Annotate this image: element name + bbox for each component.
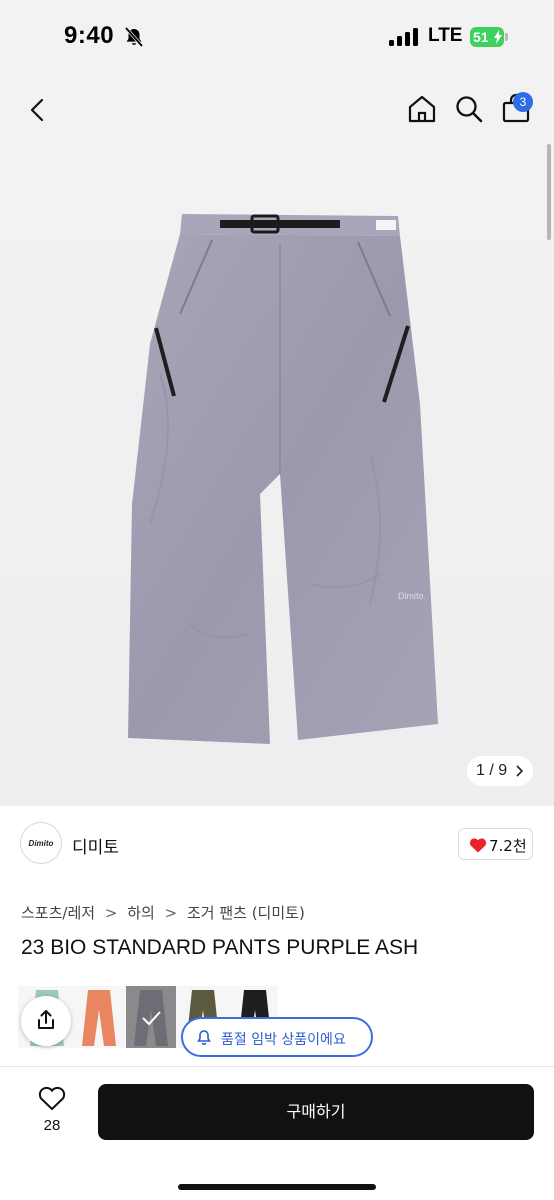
product-image-gallery[interactable]: Dimito. 1 / 9 bbox=[0, 144, 554, 806]
brand-name[interactable]: 디미토 bbox=[72, 833, 119, 858]
breadcrumb-separator-icon: > bbox=[104, 903, 118, 922]
battery-icon: 51 bbox=[470, 27, 504, 47]
breadcrumb-item-category[interactable]: 스포츠/레저 bbox=[21, 902, 95, 923]
status-time: 9:40 bbox=[64, 22, 115, 49]
buy-button[interactable]: 구매하기 bbox=[98, 1084, 534, 1140]
wishlist-button[interactable]: 28 bbox=[30, 1084, 74, 1136]
share-button[interactable] bbox=[21, 996, 71, 1046]
home-indicator bbox=[178, 1184, 376, 1190]
image-counter-text: 1 / 9 bbox=[476, 762, 508, 779]
nav-bar bbox=[0, 76, 554, 144]
battery-level: 51 bbox=[473, 29, 489, 45]
garment-logo: Dimito. bbox=[398, 591, 426, 601]
pants-thumbnail-purple-ash bbox=[134, 990, 168, 1046]
breadcrumb-item-current[interactable]: 조거 팬츠 (디미토) bbox=[187, 902, 305, 923]
bell-off-icon bbox=[124, 26, 144, 48]
heart-filled-icon bbox=[469, 838, 487, 853]
chevron-right-icon bbox=[516, 765, 524, 777]
scrollbar[interactable] bbox=[547, 144, 551, 240]
brand-like-count: 7.2천 bbox=[489, 837, 527, 855]
variant-thumb-purple-ash[interactable] bbox=[126, 986, 176, 1048]
bell-icon bbox=[197, 1030, 211, 1045]
wishlist-count: 28 bbox=[43, 1117, 61, 1134]
share-icon bbox=[38, 1010, 54, 1029]
brand-logo[interactable]: Dimito bbox=[20, 822, 62, 864]
heart-outline-icon bbox=[38, 1086, 66, 1111]
breadcrumb-item-subcategory[interactable]: 하의 bbox=[127, 902, 155, 923]
low-stock-toast: 품절 임박 상품이에요 bbox=[181, 1017, 373, 1057]
breadcrumb-separator-icon: > bbox=[164, 903, 178, 922]
status-bar: 9:40 LTE 51 bbox=[0, 0, 554, 76]
search-icon[interactable] bbox=[454, 94, 484, 124]
signal-icon bbox=[389, 28, 418, 46]
brand-row: Dimito 디미토 7.2천 bbox=[0, 806, 554, 882]
product-photo: Dimito. bbox=[128, 214, 438, 744]
cart-count-badge: 3 bbox=[513, 92, 533, 112]
image-counter-button[interactable]: 1 / 9 bbox=[467, 756, 533, 786]
charging-bolt-icon bbox=[494, 30, 502, 44]
home-icon[interactable] bbox=[406, 93, 438, 125]
low-stock-text: 품절 임박 상품이에요 bbox=[221, 1032, 346, 1048]
battery-cap bbox=[505, 33, 508, 41]
divider bbox=[0, 1066, 554, 1067]
variant-thumb-coral[interactable] bbox=[74, 986, 124, 1048]
pants-thumbnail-coral bbox=[82, 990, 116, 1046]
back-icon[interactable] bbox=[24, 96, 52, 124]
network-type: LTE bbox=[428, 25, 463, 46]
brand-like-button[interactable]: 7.2천 bbox=[458, 828, 533, 860]
product-title: 23 BIO STANDARD PANTS PURPLE ASH bbox=[21, 936, 419, 959]
breadcrumb: 스포츠/레저 > 하의 > 조거 팬츠 (디미토) bbox=[21, 902, 305, 923]
